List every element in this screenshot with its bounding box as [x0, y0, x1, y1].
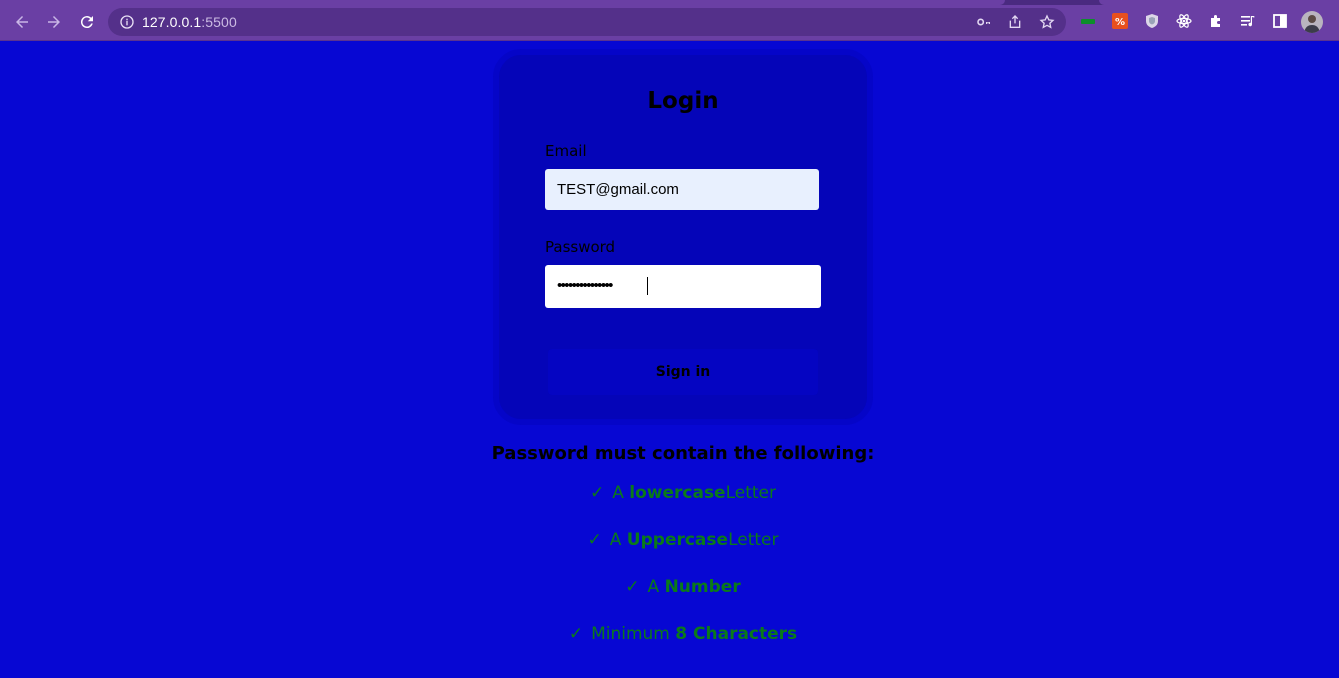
ext-react-icon[interactable]	[1175, 12, 1193, 30]
login-title: Login	[647, 88, 719, 114]
address-bar[interactable]: 127.0.0.1:5500	[108, 8, 1066, 36]
media-queue-icon[interactable]	[1239, 12, 1257, 30]
browser-tab[interactable]	[1099, 0, 1339, 5]
rule-item: ✓ A UppercaseLetter	[0, 530, 1339, 550]
rule-item: ✓ A lowercaseLetter	[0, 483, 1339, 503]
rule-prefix: A	[609, 530, 627, 550]
password-input[interactable]	[545, 265, 821, 308]
rule-bold: 8 Characters	[675, 624, 798, 644]
arrow-left-icon	[16, 16, 28, 28]
arrow-right-icon	[48, 16, 60, 28]
profile-avatar[interactable]	[1301, 11, 1323, 33]
forward-button[interactable]	[42, 10, 66, 34]
rule-bold: Uppercase	[626, 530, 729, 550]
browser-toolbar: 127.0.0.1:5500 %	[0, 0, 1339, 41]
rule-item: ✓ Minimum 8 Characters	[0, 624, 1339, 644]
key-icon[interactable]	[976, 14, 992, 30]
reload-icon	[80, 16, 93, 29]
reload-button[interactable]	[75, 10, 99, 34]
email-input[interactable]	[545, 169, 819, 210]
back-button[interactable]	[10, 10, 34, 34]
sidepanel-icon[interactable]	[1271, 12, 1289, 30]
url-host: 127.0.0.1	[142, 14, 202, 30]
rule-prefix: A	[647, 577, 665, 597]
star-icon[interactable]	[1039, 14, 1055, 30]
rule-prefix: A	[612, 483, 630, 503]
check-icon: ✓	[587, 530, 602, 550]
tab-strip	[0, 0, 1339, 5]
signin-button[interactable]: Sign in	[548, 349, 818, 395]
ext-translate-icon[interactable]: %	[1111, 12, 1129, 30]
rule-suffix: Letter	[728, 530, 779, 550]
email-label: Email	[545, 142, 587, 160]
rule-suffix: Letter	[725, 483, 777, 503]
ext-shield-icon[interactable]	[1143, 12, 1161, 30]
check-icon: ✓	[625, 577, 640, 597]
rule-bold: Number	[664, 577, 741, 597]
share-icon[interactable]	[1007, 14, 1023, 30]
password-rules-title: Password must contain the following:	[491, 443, 875, 464]
url-port: :5500	[201, 14, 237, 30]
check-icon: ✓	[568, 624, 584, 644]
puzzle-icon[interactable]	[1207, 12, 1225, 30]
password-label: Password	[545, 238, 616, 256]
ext-green-icon[interactable]	[1079, 12, 1097, 30]
rule-prefix: Minimum	[591, 624, 676, 644]
text-caret	[647, 277, 648, 295]
rule-bold: lowercase	[629, 483, 726, 503]
rule-item: ✓ A Number	[0, 577, 1339, 597]
svg-text:%: %	[1115, 17, 1125, 28]
active-tab[interactable]	[0, 0, 1005, 5]
info-icon[interactable]	[119, 14, 135, 30]
check-icon: ✓	[589, 483, 605, 503]
login-card: Login Email Password ••••••••••••••• Sig…	[493, 49, 873, 425]
url-text: 127.0.0.1:5500	[142, 14, 237, 30]
